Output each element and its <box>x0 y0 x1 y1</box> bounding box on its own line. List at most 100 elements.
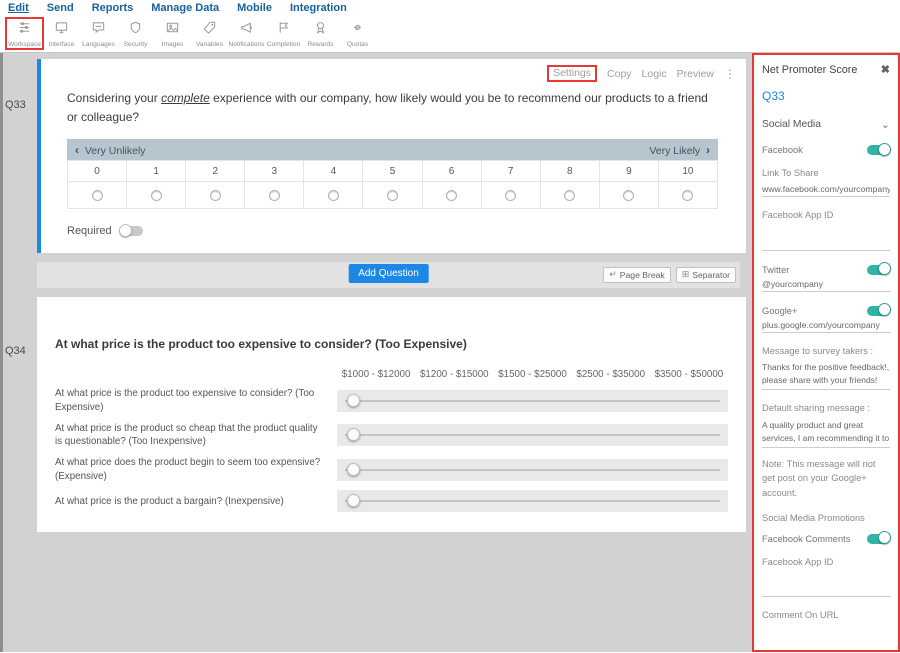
nps-radio-5[interactable] <box>363 182 422 209</box>
nps-radio-4[interactable] <box>304 182 363 209</box>
settings-panel: Net Promoter Score ✖ Q33 Social Media ⌄ … <box>752 53 900 652</box>
default-sharing-message-input[interactable]: A quality product and great services, I … <box>762 419 890 448</box>
facebook-link-input[interactable] <box>762 181 890 197</box>
toolbar-item-variables[interactable]: Variables <box>191 18 228 49</box>
comment-on-url-input[interactable] <box>762 635 890 651</box>
social-media-section-toggle[interactable]: Social Media ⌄ <box>762 118 890 131</box>
nps-radio-1[interactable] <box>127 182 186 209</box>
google-plus-toggle[interactable] <box>867 306 890 316</box>
nps-radio-row <box>68 182 718 209</box>
price-column: $1000 - $12000 <box>337 369 415 380</box>
logic-link[interactable]: Logic <box>642 68 667 80</box>
slider-track <box>345 500 720 502</box>
slider-row-label: At what price is the product a bargain? … <box>55 495 337 509</box>
separator-button[interactable]: ⊞Separator <box>676 267 736 283</box>
nps-radio-9[interactable] <box>600 182 659 209</box>
chevron-left-icon[interactable]: ‹ <box>75 143 79 157</box>
facebook-app-id-2-input[interactable] <box>762 581 890 597</box>
preview-link[interactable]: Preview <box>677 68 714 80</box>
price-slider[interactable] <box>337 459 728 481</box>
close-icon[interactable]: ✖ <box>881 63 890 76</box>
radio-icon <box>446 190 457 201</box>
facebook-app-id-input[interactable] <box>762 235 890 251</box>
price-slider[interactable] <box>337 390 728 412</box>
toolbar-item-label: Interface <box>49 41 75 48</box>
facebook-app-id-2-label: Facebook App ID <box>762 556 890 569</box>
toolbar-item-interface[interactable]: Interface <box>43 18 80 49</box>
menu-mobile[interactable]: Mobile <box>237 2 272 14</box>
page-break-button[interactable]: ↵Page Break <box>603 267 670 283</box>
survey-canvas: Q33 Settings Copy Logic Preview ⋮ Consid… <box>0 53 752 652</box>
images-icon <box>165 20 180 40</box>
toggle-knob <box>878 143 891 156</box>
facebook-comments-toggle[interactable] <box>867 534 890 544</box>
facebook-toggle-row: Facebook <box>762 145 890 155</box>
slider-handle[interactable] <box>347 394 360 407</box>
menu-reports[interactable]: Reports <box>92 2 134 14</box>
comment-on-url-label: Comment On URL <box>762 609 890 622</box>
nps-number: 2 <box>186 161 245 182</box>
copy-link[interactable]: Copy <box>607 68 632 80</box>
google-link-input[interactable] <box>762 317 890 333</box>
message-to-survey-takers-input[interactable]: Thanks for the positive feedback!, pleas… <box>762 361 890 390</box>
google-plus-note: Note: This message will not get post on … <box>762 457 890 500</box>
toolbar-item-quotas[interactable]: Quotas <box>339 18 376 49</box>
toolbar-item-label: Rewards <box>307 41 333 48</box>
settings-panel-header: Net Promoter Score ✖ <box>762 63 890 76</box>
nps-number: 9 <box>600 161 659 182</box>
twitter-handle-input[interactable] <box>762 276 890 292</box>
slider-row-too-inexpensive: At what price is the product so cheap th… <box>55 422 728 449</box>
facebook-toggle[interactable] <box>867 145 890 155</box>
menu-send[interactable]: Send <box>47 2 74 14</box>
slider-row-too-expensive: At what price is the product too expensi… <box>55 387 728 414</box>
toggle-knob <box>878 531 891 544</box>
add-question-button[interactable]: Add Question <box>348 264 429 283</box>
menu-edit[interactable]: Edit <box>8 2 29 14</box>
nps-number: 0 <box>68 161 127 182</box>
toolbar-item-security[interactable]: Security <box>117 18 154 49</box>
toolbar-item-images[interactable]: Images <box>154 18 191 49</box>
nps-radio-2[interactable] <box>186 182 245 209</box>
slider-handle[interactable] <box>347 463 360 476</box>
page-break-label: Page Break <box>620 270 665 280</box>
slider-row-label: At what price does the product begin to … <box>55 456 337 483</box>
settings-link[interactable]: Settings <box>547 65 597 82</box>
google-toggle-row: Google+ <box>762 306 890 316</box>
toolbar-item-languages[interactable]: Languages <box>80 18 117 49</box>
nps-number: 10 <box>659 161 718 182</box>
notifications-megaphone-icon <box>239 20 254 40</box>
link-to-share-label: Link To Share <box>762 167 890 180</box>
survey-editor-app: Edit Send Reports Manage Data Mobile Int… <box>0 0 900 653</box>
menu-manage-data[interactable]: Manage Data <box>151 2 219 14</box>
nps-radio-6[interactable] <box>423 182 482 209</box>
toolbar-item-workspace[interactable]: Workspace <box>6 18 43 49</box>
toolbar-item-completion[interactable]: Completion <box>265 18 302 49</box>
slider-handle[interactable] <box>347 494 360 507</box>
nps-radio-10[interactable] <box>659 182 718 209</box>
menu-integration[interactable]: Integration <box>290 2 347 14</box>
top-menubar: Edit Send Reports Manage Data Mobile Int… <box>0 0 900 16</box>
nps-radio-0[interactable] <box>68 182 127 209</box>
nps-number: 1 <box>127 161 186 182</box>
price-slider[interactable] <box>337 424 728 446</box>
overflow-menu-icon[interactable]: ⋮ <box>724 67 736 81</box>
message-to-survey-takers-label: Message to survey takers : <box>762 345 890 358</box>
slider-row-label: At what price is the product too expensi… <box>55 387 337 414</box>
twitter-toggle[interactable] <box>867 265 890 275</box>
toolbar-item-notifications[interactable]: Notifications <box>228 18 265 49</box>
question-card-q34[interactable]: At what price is the product too expensi… <box>37 297 746 532</box>
price-column: $1200 - $15000 <box>415 369 493 380</box>
question-text: Considering your complete experience wit… <box>67 89 715 126</box>
nps-number-row: 0 1 2 3 4 5 6 7 8 9 10 <box>68 161 718 182</box>
required-row: Required <box>67 225 718 237</box>
slider-handle[interactable] <box>347 428 360 441</box>
toolbar-item-rewards[interactable]: Rewards <box>302 18 339 49</box>
nps-radio-3[interactable] <box>245 182 304 209</box>
chevron-right-icon[interactable]: › <box>706 143 710 157</box>
nps-radio-7[interactable] <box>482 182 541 209</box>
question-number-q34: Q34 <box>3 297 37 532</box>
price-slider[interactable] <box>337 490 728 512</box>
required-toggle[interactable] <box>120 226 143 236</box>
question-card-q33[interactable]: Settings Copy Logic Preview ⋮ Considerin… <box>37 59 746 253</box>
nps-radio-8[interactable] <box>541 182 600 209</box>
